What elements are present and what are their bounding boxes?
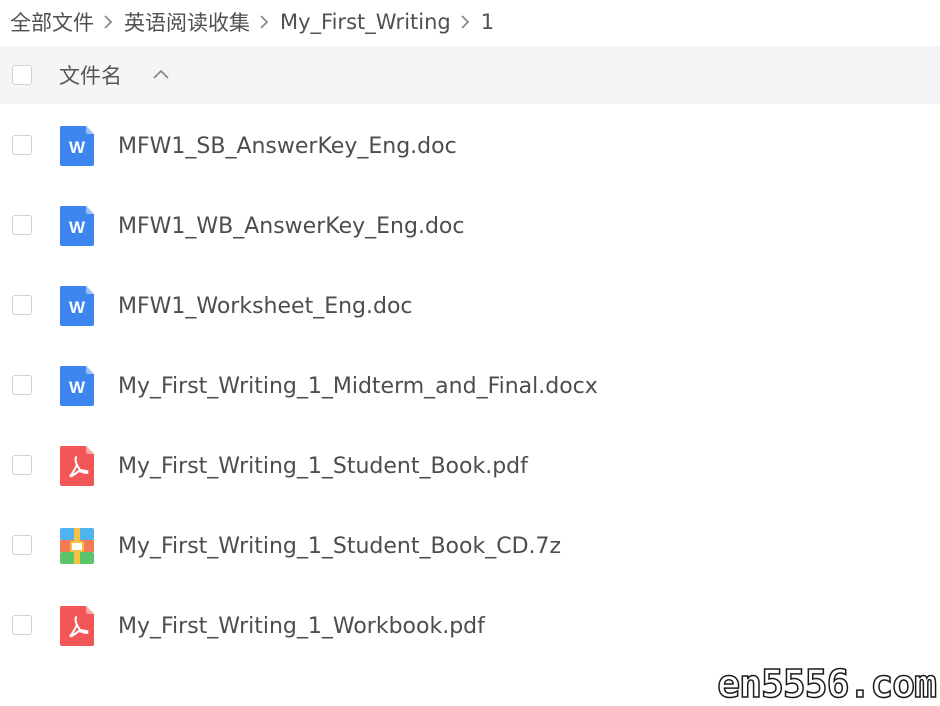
chevron-right-icon bbox=[98, 11, 120, 33]
file-row[interactable]: W MFW1_Worksheet_Eng.doc bbox=[0, 266, 940, 346]
svg-text:W: W bbox=[69, 138, 86, 157]
file-checkbox[interactable] bbox=[12, 135, 32, 155]
archive-file-icon bbox=[60, 528, 94, 564]
file-checkbox[interactable] bbox=[12, 375, 32, 395]
file-checkbox[interactable] bbox=[12, 535, 32, 555]
file-checkbox[interactable] bbox=[12, 215, 32, 235]
file-name[interactable]: My_First_Writing_1_Student_Book_CD.7z bbox=[118, 534, 561, 559]
file-name[interactable]: MFW1_SB_AnswerKey_Eng.doc bbox=[118, 134, 457, 159]
chevron-right-icon bbox=[455, 11, 477, 33]
pdf-file-icon bbox=[60, 446, 94, 486]
file-checkbox[interactable] bbox=[12, 455, 32, 475]
file-name[interactable]: MFW1_WB_AnswerKey_Eng.doc bbox=[118, 214, 464, 239]
chevron-up-icon[interactable] bbox=[152, 68, 170, 80]
pdf-file-icon bbox=[60, 606, 94, 646]
watermark: en5556.com bbox=[716, 661, 937, 706]
breadcrumb-item-english-reading[interactable]: 英语阅读收集 bbox=[124, 7, 250, 37]
file-checkbox[interactable] bbox=[12, 615, 32, 635]
file-list-header: 文件名 bbox=[0, 46, 940, 104]
file-row[interactable]: W MFW1_WB_AnswerKey_Eng.doc bbox=[0, 186, 940, 266]
select-all-checkbox[interactable] bbox=[12, 65, 32, 85]
file-name[interactable]: My_First_Writing_1_Workbook.pdf bbox=[118, 614, 485, 639]
file-list: W MFW1_SB_AnswerKey_Eng.doc W MFW1_WB_An… bbox=[0, 106, 940, 666]
chevron-right-icon bbox=[254, 11, 276, 33]
word-file-icon: W bbox=[60, 366, 94, 406]
breadcrumb-item-current: 1 bbox=[480, 10, 495, 34]
file-row[interactable]: W My_First_Writing_1_Midterm_and_Final.d… bbox=[0, 346, 940, 426]
svg-text:W: W bbox=[69, 218, 86, 237]
breadcrumb: 全部文件 英语阅读收集 My_First_Writing 1 bbox=[10, 0, 494, 44]
word-file-icon: W bbox=[60, 206, 94, 246]
svg-text:W: W bbox=[69, 378, 86, 397]
filename-column-header[interactable]: 文件名 bbox=[59, 60, 122, 90]
file-row[interactable]: W MFW1_SB_AnswerKey_Eng.doc bbox=[0, 106, 940, 186]
file-name[interactable]: MFW1_Worksheet_Eng.doc bbox=[118, 294, 413, 319]
word-file-icon: W bbox=[60, 286, 94, 326]
file-checkbox[interactable] bbox=[12, 295, 32, 315]
file-row[interactable]: My_First_Writing_1_Student_Book.pdf bbox=[0, 426, 940, 506]
file-row[interactable]: My_First_Writing_1_Workbook.pdf bbox=[0, 586, 940, 666]
file-name[interactable]: My_First_Writing_1_Midterm_and_Final.doc… bbox=[118, 374, 598, 399]
breadcrumb-item-all-files[interactable]: 全部文件 bbox=[10, 7, 94, 37]
file-name[interactable]: My_First_Writing_1_Student_Book.pdf bbox=[118, 454, 528, 479]
word-file-icon: W bbox=[60, 126, 94, 166]
file-row[interactable]: My_First_Writing_1_Student_Book_CD.7z bbox=[0, 506, 940, 586]
svg-text:W: W bbox=[69, 298, 86, 317]
breadcrumb-item-my-first-writing[interactable]: My_First_Writing bbox=[280, 10, 451, 34]
